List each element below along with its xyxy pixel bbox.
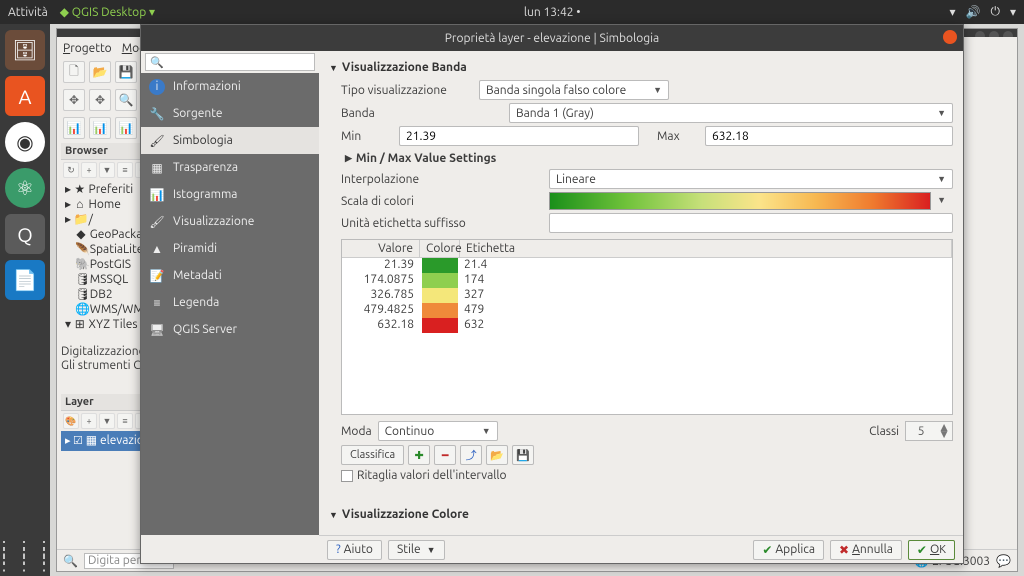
banda-label: Banda [341, 107, 501, 120]
annulla-button[interactable]: ✖Annulla [830, 540, 902, 560]
min-input[interactable] [399, 126, 639, 146]
sidebar-item-piramidi[interactable]: ▲Piramidi [141, 235, 319, 262]
browser-add-button[interactable]: + [81, 162, 97, 178]
col-colore[interactable]: Colore [420, 240, 460, 257]
color-ramp-button[interactable]: ▼ [549, 192, 931, 210]
sidebar-item-metadati[interactable]: 📝Metadati [141, 262, 319, 289]
save-ramp-button[interactable]: 💾 [512, 445, 534, 465]
sidebar-item-istogramma[interactable]: 📊Istogramma [141, 181, 319, 208]
new-project-button[interactable]: 🗋 [63, 61, 85, 83]
volume-icon[interactable]: 🔊 [966, 5, 981, 19]
dialog-titlebar[interactable]: Proprietà layer - elevazione | Simbologi… [141, 25, 963, 51]
vector-button[interactable]: 📊 [63, 117, 85, 139]
activities-button[interactable]: Attività [8, 6, 48, 19]
dock-files[interactable]: 🗄 [5, 30, 45, 70]
table-row[interactable]: 21.3921.4 [342, 258, 952, 273]
vector-button-2[interactable]: 📊 [89, 117, 111, 139]
menu-progetto[interactable]: Progetto [63, 42, 112, 55]
applica-button[interactable]: ✔Applica [753, 540, 824, 560]
pan-button[interactable]: ✥ [63, 89, 85, 111]
dock-software[interactable]: A [5, 76, 45, 116]
layers-filter-button[interactable]: ▼ [99, 413, 115, 429]
save-project-button[interactable]: 💾 [115, 61, 137, 83]
classifica-button[interactable]: Classifica [341, 445, 404, 465]
color-table[interactable]: Valore Colore Etichetta 21.3921.4174.087… [341, 239, 953, 415]
dock-chrome[interactable]: ◉ [5, 122, 45, 162]
add-class-button[interactable]: ✚ [408, 445, 430, 465]
browser-filter-button[interactable]: ▼ [99, 162, 115, 178]
table-row[interactable]: 326.785327 [342, 288, 952, 303]
clock[interactable]: lun 13:42 • [524, 6, 581, 19]
layers-add-button[interactable]: + [81, 413, 97, 429]
sidebar-item-trasparenza[interactable]: ▦Trasparenza [141, 154, 319, 181]
classi-label: Classi [869, 425, 899, 438]
browser-refresh-button[interactable]: ↻ [63, 162, 79, 178]
interpolazione-label: Interpolazione [341, 173, 541, 186]
sidebar-item-visualizzazione[interactable]: 🖌Visualizzazione [141, 208, 319, 235]
banda-combo[interactable]: Banda 1 (Gray)▼ [509, 103, 953, 123]
dock-libreoffice[interactable]: 📄 [5, 260, 45, 300]
zoom-in-button[interactable]: 🔍 [115, 89, 137, 111]
pan-selection-button[interactable]: ✥ [89, 89, 111, 111]
moda-label: Moda [341, 425, 372, 438]
col-etichetta[interactable]: Etichetta [460, 240, 952, 257]
scala-colori-label: Scala di colori [341, 195, 541, 208]
dock-atom[interactable]: ⚛ [5, 168, 45, 208]
dialog-close-button[interactable] [943, 30, 957, 44]
network-icon[interactable]: ▾ [949, 5, 955, 19]
min-label: Min [341, 130, 391, 143]
stile-button[interactable]: Stile ▼ [388, 540, 445, 560]
table-row[interactable]: 479.4825479 [342, 303, 952, 318]
table-row[interactable]: 632.18632 [342, 318, 952, 333]
vector-button-3[interactable]: 📊 [115, 117, 137, 139]
sidebar-item-qgis-server[interactable]: 🖥QGIS Server [141, 316, 319, 343]
open-project-button[interactable]: 📂 [89, 61, 111, 83]
dialog-button-bar: ?Aiuto Stile ▼ ✔Applica ✖Annulla ✔OK [319, 535, 963, 563]
dropdown-icon[interactable]: ▾ [1010, 5, 1016, 19]
ok-button[interactable]: ✔OK [908, 540, 955, 560]
browser-collapse-button[interactable]: ≡ [117, 162, 133, 178]
dialog-title: Proprietà layer - elevazione | Simbologi… [445, 32, 659, 45]
sidebar-item-legenda[interactable]: ≡Legenda [141, 289, 319, 316]
max-input[interactable] [705, 126, 953, 146]
ubuntu-dock: 🗄 A ◉ ⚛ Q 📄 ⋮⋮⋮⋮⋮⋮⋮⋮⋮ [0, 24, 50, 576]
classi-spinbox[interactable]: ▲▼ [905, 421, 953, 441]
moda-combo[interactable]: Continuo▼ [378, 421, 498, 441]
layers-style-button[interactable]: 🎨 [63, 413, 79, 429]
dock-apps-grid[interactable]: ⋮⋮⋮⋮⋮⋮⋮⋮⋮ [0, 544, 55, 568]
power-icon[interactable]: ⏻ [990, 5, 1000, 19]
clip-values-checkbox[interactable]: Ritaglia valori dell'intervallo [341, 469, 953, 482]
table-row[interactable]: 174.0875174 [342, 273, 952, 288]
minmax-settings-header[interactable]: ▶Min / Max Value Settings [345, 152, 953, 165]
dock-qgis[interactable]: Q [5, 214, 45, 254]
remove-class-button[interactable]: ━ [434, 445, 456, 465]
dialog-sidebar: iInformazioni 🔧Sorgente 🖌Simbologia ▦Tra… [141, 73, 319, 535]
load-ramp-button[interactable]: ⤴ [460, 445, 482, 465]
sidebar-item-informazioni[interactable]: iInformazioni [141, 73, 319, 100]
section-visualizzazione-banda[interactable]: ▼Visualizzazione Banda [329, 61, 953, 74]
max-label: Max [657, 130, 697, 143]
tipo-visualizzazione-combo[interactable]: Banda singola falso colore▼ [479, 80, 669, 100]
tipo-visualizzazione-label: Tipo visualizzazione [341, 84, 471, 97]
col-valore[interactable]: Valore [342, 240, 420, 257]
gnome-topbar: Attività ◆ QGIS Desktop ▾ lun 13:42 • ▾ … [0, 0, 1024, 24]
messages-button[interactable]: 💬 [996, 554, 1011, 568]
sidebar-item-simbologia[interactable]: 🖌Simbologia [141, 127, 319, 154]
section-visualizzazione-colore[interactable]: ▼Visualizzazione Colore [329, 508, 953, 521]
dialog-main: ▼Visualizzazione Banda Tipo visualizzazi… [319, 51, 963, 535]
open-folder-button[interactable]: 📂 [486, 445, 508, 465]
unita-input[interactable] [549, 213, 953, 233]
layers-expand-button[interactable]: ≡ [117, 413, 133, 429]
dialog-search-input[interactable]: 🔍 [145, 53, 315, 71]
layer-properties-dialog: Proprietà layer - elevazione | Simbologi… [140, 24, 964, 564]
sidebar-item-sorgente[interactable]: 🔧Sorgente [141, 100, 319, 127]
app-menu[interactable]: ◆ QGIS Desktop ▾ [60, 5, 155, 19]
aiuto-button[interactable]: ?Aiuto [327, 540, 382, 560]
interpolazione-combo[interactable]: Lineare▼ [549, 169, 953, 189]
toolbar-vector: 📊 📊 📊 [63, 115, 137, 141]
unita-label: Unità etichetta suffisso [341, 217, 541, 230]
